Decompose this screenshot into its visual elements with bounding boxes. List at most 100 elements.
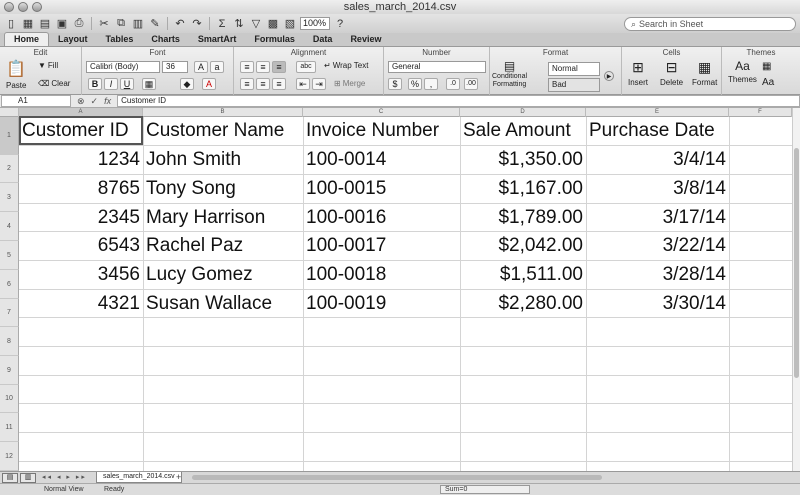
column-header-f[interactable]: F	[729, 108, 792, 117]
sort-icon[interactable]: ⇅	[232, 17, 246, 31]
style-normal[interactable]: Normal	[548, 62, 600, 76]
cell-invoice-number[interactable]: 100-0016	[303, 203, 460, 232]
comma-format-icon[interactable]: ,	[424, 78, 438, 90]
row-header[interactable]: 5	[0, 241, 19, 270]
normal-view-icon[interactable]: ▤	[2, 473, 18, 483]
zoom-window-button[interactable]	[32, 2, 42, 12]
toolbox-icon[interactable]: ▧	[283, 17, 297, 31]
header-cell-purchase-date[interactable]: Purchase Date	[586, 116, 729, 145]
row-header[interactable]: 8	[0, 327, 19, 356]
page-layout-view-icon[interactable]: ▥	[20, 473, 36, 483]
header-cell-customer-id[interactable]: Customer ID	[19, 116, 143, 145]
orientation-button[interactable]: abc	[296, 61, 316, 73]
row-header[interactable]: 10	[0, 385, 19, 413]
align-left-icon[interactable]: ≡	[240, 78, 254, 90]
font-color-icon[interactable]: A	[202, 78, 216, 90]
cell-purchase-date[interactable]: 3/28/14	[586, 260, 729, 289]
gallery-icon[interactable]: ▩	[266, 17, 280, 31]
cell-customer-id[interactable]: 1234	[19, 145, 143, 174]
shrink-font-icon[interactable]: a	[210, 61, 224, 73]
cell-customer-id[interactable]: 2345	[19, 203, 143, 232]
cell-invoice-number[interactable]: 100-0019	[303, 289, 460, 318]
delete-cells-button[interactable]: ⊟ Delete	[660, 59, 683, 87]
decrease-decimal-icon[interactable]: .00	[464, 78, 478, 90]
cell-customer-name[interactable]: Susan Wallace	[143, 289, 303, 318]
increase-decimal-icon[interactable]: .0	[446, 78, 460, 90]
cell-customer-id[interactable]: 4321	[19, 289, 143, 318]
theme-colors-icon[interactable]: ▦	[762, 61, 771, 72]
clear-button[interactable]: ⌫ Clear	[38, 79, 70, 88]
minimize-window-button[interactable]	[18, 2, 28, 12]
new-document-icon[interactable]: ▯	[4, 17, 18, 31]
increase-indent-icon[interactable]: ⇥	[312, 78, 326, 90]
formula-input[interactable]: Customer ID	[117, 95, 800, 107]
tab-smartart[interactable]: SmartArt	[189, 33, 246, 46]
cell-invoice-number[interactable]: 100-0014	[303, 145, 460, 174]
cell-sale-amount[interactable]: $1,511.00	[460, 260, 586, 289]
cell-sale-amount[interactable]: $1,167.00	[460, 174, 586, 203]
bold-button[interactable]: B	[88, 78, 102, 90]
confirm-icon[interactable]: ✓	[91, 96, 99, 107]
row-header[interactable]: 3	[0, 183, 19, 212]
header-cell-invoice-number[interactable]: Invoice Number	[303, 116, 460, 145]
row-header[interactable]: 9	[0, 356, 19, 385]
styles-more-icon[interactable]: ▶	[604, 71, 614, 81]
borders-icon[interactable]: ▦	[142, 78, 156, 90]
tab-tables[interactable]: Tables	[97, 33, 143, 46]
copy-icon[interactable]: ⧉	[114, 17, 128, 31]
insert-cells-button[interactable]: ⊞ Insert	[628, 59, 648, 87]
cell-customer-id[interactable]: 3456	[19, 260, 143, 289]
font-name-select[interactable]: Calibri (Body)	[86, 61, 160, 73]
cancel-icon[interactable]: ⊗	[77, 96, 85, 107]
row-header[interactable]: 4	[0, 212, 19, 241]
align-center-icon[interactable]: ≡	[256, 78, 270, 90]
currency-format-icon[interactable]: $	[388, 78, 402, 90]
search-input[interactable]: ⌕ Search in Sheet	[624, 17, 796, 31]
cell-invoice-number[interactable]: 100-0018	[303, 260, 460, 289]
paste-button[interactable]: 📋 Paste	[6, 59, 26, 90]
cell-purchase-date[interactable]: 3/8/14	[586, 174, 729, 203]
align-bottom-icon[interactable]: ≡	[272, 61, 286, 73]
header-cell-sale-amount[interactable]: Sale Amount	[460, 116, 586, 145]
function-button[interactable]: fx	[104, 96, 111, 107]
add-sheet-button[interactable]: +	[176, 472, 181, 482]
format-cells-button[interactable]: ▦ Format	[692, 59, 717, 87]
cell-sale-amount[interactable]: $2,042.00	[460, 231, 586, 260]
row-header[interactable]: 6	[0, 270, 19, 299]
align-middle-icon[interactable]: ≡	[256, 61, 270, 73]
filter-icon[interactable]: ▽	[249, 17, 263, 31]
save-icon[interactable]: ▣	[55, 17, 69, 31]
tab-layout[interactable]: Layout	[49, 33, 97, 46]
percent-format-icon[interactable]: %	[408, 78, 422, 90]
underline-button[interactable]: U	[120, 78, 134, 90]
close-window-button[interactable]	[4, 2, 14, 12]
decrease-indent-icon[interactable]: ⇤	[296, 78, 310, 90]
style-bad[interactable]: Bad	[548, 78, 600, 92]
horizontal-scroll-thumb[interactable]	[192, 475, 602, 480]
help-icon[interactable]: ?	[333, 17, 347, 31]
cell-purchase-date[interactable]: 3/22/14	[586, 231, 729, 260]
vertical-scrollbar[interactable]	[792, 108, 800, 471]
undo-icon[interactable]: ↶	[173, 17, 187, 31]
number-format-select[interactable]: General	[388, 61, 486, 73]
cell-purchase-date[interactable]: 3/4/14	[586, 145, 729, 174]
format-painter-icon[interactable]: ✎	[148, 17, 162, 31]
themes-button[interactable]: Aa Themes	[728, 59, 757, 84]
italic-button[interactable]: I	[104, 78, 118, 90]
font-size-select[interactable]: 36	[162, 61, 188, 73]
cell-sale-amount[interactable]: $1,350.00	[460, 145, 586, 174]
autosum-icon[interactable]: Σ	[215, 17, 229, 31]
templates-icon[interactable]: ▦	[21, 17, 35, 31]
cell-customer-name[interactable]: Mary Harrison	[143, 203, 303, 232]
fill-button[interactable]: ▼ Fill	[38, 61, 58, 70]
row-header[interactable]: 1	[0, 117, 19, 155]
cut-icon[interactable]: ✂	[97, 17, 111, 31]
grow-font-icon[interactable]: A	[194, 61, 208, 73]
header-cell-customer-name[interactable]: Customer Name	[143, 116, 303, 145]
cell-sale-amount[interactable]: $1,789.00	[460, 203, 586, 232]
row-header[interactable]: 12	[0, 442, 19, 471]
cell-customer-name[interactable]: Rachel Paz	[143, 231, 303, 260]
align-top-icon[interactable]: ≡	[240, 61, 254, 73]
sheet-nav-arrows-icon[interactable]: ◂◂ ◂ ▸ ▸▸	[42, 473, 87, 481]
cell-customer-id[interactable]: 6543	[19, 231, 143, 260]
